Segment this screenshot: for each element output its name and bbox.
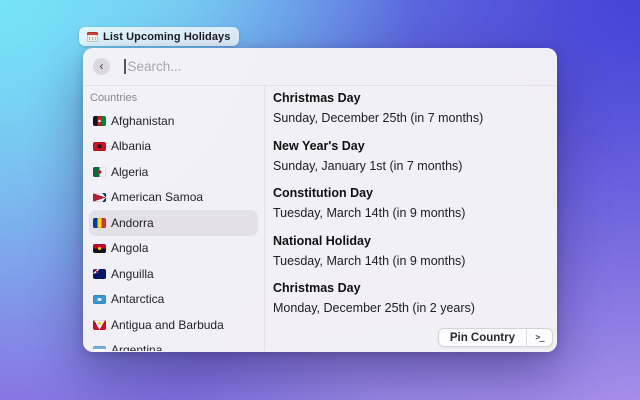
list-item-label: Albania [111, 139, 152, 154]
list-item-albania[interactable]: Albania [89, 134, 258, 160]
list-item-label: Anguilla [111, 266, 154, 281]
anguilla-flag-icon [93, 269, 106, 279]
holiday-title: Constitution Day [273, 186, 373, 200]
andorra-flag-icon [93, 218, 106, 228]
back-button[interactable]: ‹ [93, 58, 110, 75]
list-item-label: Antarctica [111, 292, 165, 307]
holiday-date: Monday, December 25th (in 2 years) [273, 301, 475, 315]
countries-list-panel: Countries Afghanistan Albania Algeria Am… [83, 86, 265, 351]
list-item-label: Afghanistan [111, 113, 175, 128]
list-item-american-samoa[interactable]: American Samoa [89, 185, 258, 211]
search-input[interactable] [125, 59, 547, 74]
holiday-date: Tuesday, March 14th (in 9 months) [273, 253, 466, 268]
list-item-afghanistan[interactable]: Afghanistan [89, 108, 258, 134]
holiday-title: Christmas Day [273, 281, 361, 295]
holiday-entry: National Holiday Tuesday, March 14th (in… [273, 234, 547, 268]
list-item-antigua-and-barbuda[interactable]: Antigua and Barbuda [89, 312, 258, 338]
antigua-and-barbuda-flag-icon [93, 320, 106, 330]
american-samoa-flag-icon [93, 192, 106, 202]
launcher-tag[interactable]: List Upcoming Holidays [79, 27, 239, 46]
countries-section-header: Countries [90, 92, 138, 104]
list-item-label: Argentina [111, 343, 163, 351]
holiday-entry: Christmas Day Sunday, December 25th (in … [273, 91, 547, 125]
list-item-antarctica[interactable]: Antarctica [89, 287, 258, 313]
launcher-tag-label: List Upcoming Holidays [103, 30, 231, 43]
list-item-label: Algeria [111, 164, 149, 179]
content-split: Countries Afghanistan Albania Algeria Am… [83, 86, 557, 351]
list-item-label: American Samoa [111, 190, 204, 205]
holiday-detail-panel: Christmas Day Sunday, December 25th (in … [265, 86, 557, 351]
back-chevron-icon: ‹ [99, 59, 104, 73]
holiday-date: Tuesday, March 14th (in 9 months) [273, 206, 466, 220]
list-item-andorra-selected[interactable]: Andorra [89, 210, 258, 236]
raycast-window: ‹ Countries Afghanistan Albania Algeria … [83, 48, 557, 352]
list-item-label: Andorra [111, 215, 154, 230]
search-bar: ‹ [83, 48, 557, 86]
holiday-date: Sunday, January 1st (in 7 months) [273, 158, 463, 173]
list-item-argentina[interactable]: Argentina [89, 338, 258, 351]
desktop-background: { "launcher_tag": { "label": "List Upcom… [0, 0, 640, 400]
holiday-entry: New Year's Day Sunday, January 1st (in 7… [273, 139, 547, 173]
algeria-flag-icon [93, 167, 106, 177]
list-item-angola[interactable]: Angola [89, 236, 258, 262]
albania-flag-icon [93, 141, 106, 151]
antarctica-flag-icon [93, 294, 106, 304]
afghanistan-flag-icon [93, 116, 106, 126]
list-item-label: Angola [111, 241, 149, 256]
shortcut-key-icon[interactable]: >_ [527, 329, 552, 346]
calendar-icon [87, 31, 98, 42]
holiday-title: National Holiday [273, 233, 371, 248]
holiday-entry: Christmas Day Monday, December 25th (in … [273, 281, 547, 315]
holiday-entry: Constitution Day Tuesday, March 14th (in… [273, 186, 547, 220]
list-item-anguilla[interactable]: Anguilla [89, 261, 258, 287]
holiday-date: Sunday, December 25th (in 7 months) [273, 111, 484, 125]
pin-country-label: Pin Country [449, 331, 515, 344]
holiday-title: Christmas Day [273, 91, 361, 105]
pin-country-button[interactable]: Pin Country >_ [437, 328, 553, 347]
holiday-title: New Year's Day [273, 138, 365, 153]
list-item-label: Antigua and Barbuda [111, 317, 224, 332]
list-item-algeria[interactable]: Algeria [89, 159, 258, 185]
angola-flag-icon [93, 243, 106, 253]
argentina-flag-icon [93, 345, 106, 351]
